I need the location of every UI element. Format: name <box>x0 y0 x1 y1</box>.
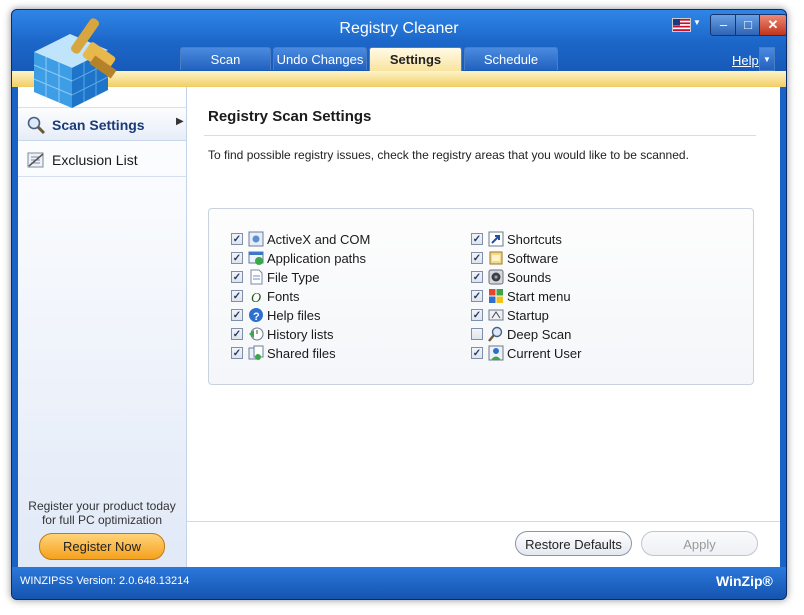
current-user-icon <box>488 345 504 361</box>
scan-option-checkbox[interactable]: ✓ <box>471 271 483 283</box>
scan-option-sounds[interactable]: ✓ Sounds <box>471 269 691 287</box>
sidebar-item-scan-settings[interactable]: Scan Settings ▶ <box>18 107 186 141</box>
scan-option-startup[interactable]: ✓ Startup <box>471 307 691 325</box>
scan-option-checkbox[interactable]: ✓ <box>471 347 483 359</box>
scan-option-label: Help files <box>267 308 321 323</box>
registry-cleaner-logo-icon <box>33 18 117 108</box>
scan-option-label: Startup <box>507 308 549 323</box>
register-now-button[interactable]: Register Now <box>39 533 165 560</box>
scan-option-checkbox[interactable]: ✓ <box>231 252 243 264</box>
window-title: Registry Cleaner <box>339 20 459 37</box>
help-dropdown-icon[interactable]: ▼ <box>759 47 775 71</box>
language-dropdown-icon[interactable]: ▼ <box>693 18 701 27</box>
scan-option-label: File Type <box>267 270 320 285</box>
scan-option-checkbox[interactable]: ✓ <box>471 309 483 321</box>
scan-option-label: Application paths <box>267 251 367 266</box>
start-menu-icon <box>489 289 503 303</box>
heading-divider <box>204 135 756 136</box>
promo-line-1: Register your product today <box>28 499 176 513</box>
scan-option-deep-scan[interactable]: Deep Scan <box>471 326 691 344</box>
scan-option-checkbox[interactable] <box>471 328 483 340</box>
shortcut-icon <box>488 231 504 247</box>
scan-option-checkbox[interactable]: ✓ <box>231 233 243 245</box>
activex-icon <box>248 231 264 247</box>
action-bar: Restore Defaults Apply <box>187 522 780 567</box>
sidebar: Scan Settings ▶ Exclusion List Register … <box>18 87 187 567</box>
svg-text:?: ? <box>253 311 260 323</box>
scan-option-checkbox[interactable]: ✓ <box>231 290 243 302</box>
scan-option-label: Current User <box>507 346 582 361</box>
scan-option-shared-files[interactable]: ✓ Shared files <box>231 345 451 363</box>
close-button[interactable]: ✕ <box>759 14 786 36</box>
scan-option-label: Deep Scan <box>507 327 572 342</box>
scan-option-label: Sounds <box>507 270 552 285</box>
language-flag-icon[interactable] <box>672 18 691 32</box>
status-bar: WINZIPSS Version: 2.0.648.13214 WinZip® <box>12 567 786 599</box>
scan-option-label: History lists <box>267 327 334 342</box>
sidebar-item-label: Scan Settings <box>52 117 145 133</box>
startup-icon <box>488 309 504 321</box>
scan-option-checkbox[interactable]: ✓ <box>231 347 243 359</box>
magnifier-icon <box>27 116 46 134</box>
apply-button[interactable]: Apply <box>641 531 758 556</box>
scan-option-shortcuts[interactable]: ✓ Shortcuts <box>471 231 691 249</box>
fonts-icon: O <box>251 291 261 304</box>
winzip-logo: WinZip® <box>716 573 773 589</box>
scan-option-application-paths[interactable]: ✓ Application paths <box>231 250 451 268</box>
maximize-button[interactable]: □ <box>735 14 761 36</box>
tab-undo-changes[interactable]: Undo Changes <box>273 47 367 70</box>
minimize-button[interactable]: – <box>710 14 737 36</box>
scan-areas-group: ✓ ActiveX and COM ✓ Application paths ✓ File … <box>208 208 754 385</box>
help-menu[interactable]: Help <box>732 53 759 68</box>
version-text: WINZIPSS Version: 2.0.648.13214 <box>20 575 190 587</box>
scan-option-checkbox[interactable]: ✓ <box>471 233 483 245</box>
scan-option-activex-and-com[interactable]: ✓ ActiveX and COM <box>231 231 451 249</box>
scan-option-checkbox[interactable]: ✓ <box>231 328 243 340</box>
restore-defaults-button[interactable]: Restore Defaults <box>515 531 632 556</box>
shared-files-icon <box>248 345 264 360</box>
scan-option-checkbox[interactable]: ✓ <box>471 290 483 302</box>
deep-scan-icon <box>488 326 503 342</box>
help-files-icon: ? <box>249 308 263 323</box>
scan-option-checkbox[interactable]: ✓ <box>231 309 243 321</box>
scan-option-label: Software <box>507 251 559 266</box>
title-bar: Registry Cleaner ▼ – □ ✕ Scan Undo Chang… <box>12 10 786 80</box>
file-type-icon <box>250 269 263 285</box>
tab-schedule[interactable]: Schedule <box>464 47 558 70</box>
scan-option-label: Fonts <box>267 289 300 304</box>
app-paths-icon <box>248 251 264 265</box>
svg-text:O: O <box>251 291 261 304</box>
software-icon <box>489 251 503 265</box>
history-icon <box>249 327 264 341</box>
tab-settings[interactable]: Settings <box>369 47 462 72</box>
scan-option-checkbox[interactable]: ✓ <box>471 252 483 264</box>
scan-option-software[interactable]: ✓ Software <box>471 250 691 268</box>
scan-option-start-menu[interactable]: ✓ Start menu <box>471 288 691 306</box>
sidebar-item-label: Exclusion List <box>52 152 138 168</box>
sounds-icon <box>488 269 504 285</box>
sidebar-item-exclusion-list[interactable]: Exclusion List <box>18 143 186 177</box>
scan-option-label: Shortcuts <box>507 232 562 247</box>
scan-option-label: Shared files <box>267 346 336 361</box>
scan-option-current-user[interactable]: ✓ Current User <box>471 345 691 363</box>
scan-option-checkbox[interactable]: ✓ <box>231 271 243 283</box>
scan-option-fonts[interactable]: ✓ O Fonts <box>231 288 451 306</box>
scan-option-label: Start menu <box>507 289 571 304</box>
register-promo-text: Register your product today for full PC … <box>18 499 186 527</box>
app-window: Registry Cleaner ▼ – □ ✕ Scan Undo Chang… <box>11 9 787 600</box>
settings-description: To find possible registry issues, check … <box>208 148 689 162</box>
page-title: Registry Scan Settings <box>208 108 372 125</box>
scan-option-label: ActiveX and COM <box>267 232 371 247</box>
promo-line-2: for full PC optimization <box>41 513 163 527</box>
exclusion-list-icon <box>27 152 44 168</box>
tab-scan[interactable]: Scan <box>180 47 271 70</box>
scan-option-help-files[interactable]: ✓? Help files <box>231 307 451 325</box>
header-accent-bar <box>12 71 786 87</box>
scan-option-file-type[interactable]: ✓ File Type <box>231 269 451 287</box>
chevron-right-icon: ▶ <box>176 116 184 127</box>
scan-option-history-lists[interactable]: ✓ History lists <box>231 326 451 344</box>
settings-panel: Registry Scan Settings To find possible … <box>187 87 780 567</box>
